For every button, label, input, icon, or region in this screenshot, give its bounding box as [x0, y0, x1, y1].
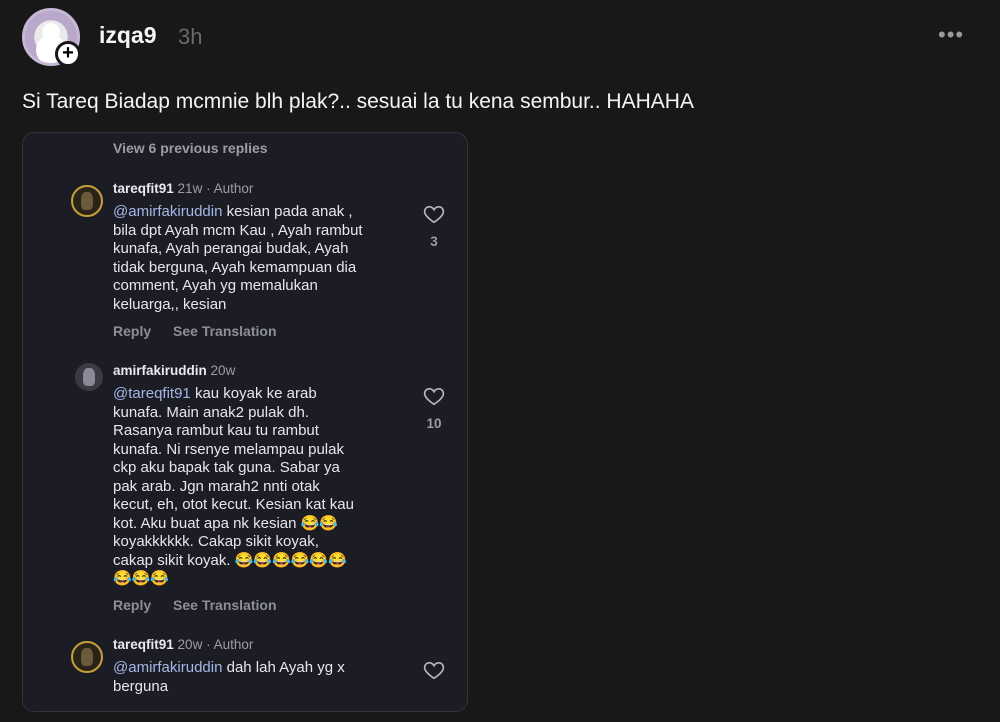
comment-header: tareqfit91 21w · Author [113, 181, 253, 196]
comment-username: amirfakiruddin [113, 363, 207, 378]
comment-line: 😂😂😂 [113, 570, 170, 587]
comment-line: keluarga,, kesian [113, 295, 227, 313]
comment-meta: 21w · Author [177, 181, 254, 196]
comment-username: tareqfit91 [113, 181, 174, 196]
comment-line: Rasanya rambut kau tu rambut [113, 422, 319, 439]
heart-icon [423, 388, 445, 406]
follow-plus-icon[interactable]: + [55, 41, 81, 67]
like-count: 10 [426, 416, 442, 431]
comment-line: dah lah Ayah yg x [226, 659, 345, 676]
card-bottom-fade [23, 693, 467, 711]
attached-screenshot[interactable]: View 6 previous replies tareqfit91 21w ·… [22, 132, 468, 712]
comment-actions: Reply See Translation [113, 323, 295, 339]
comment-line: kesian pada anak , [226, 203, 353, 220]
commenter-avatar [71, 641, 103, 673]
reply-button: Reply [113, 597, 152, 613]
commenter-avatar [75, 363, 103, 391]
comment-meta: 20w · Author [177, 637, 254, 652]
comment-line: comment, Ayah yg memalukan [113, 277, 318, 294]
comment-line: kecut, eh, otot kecut. Kesian kat kau [113, 496, 354, 513]
see-translation-button: See Translation [173, 323, 277, 339]
post-username[interactable]: izqa9 [99, 22, 157, 49]
comment-meta: 20w [210, 363, 236, 378]
comment-mention: @tareqfit91 [113, 385, 191, 402]
comment-username: tareqfit91 [113, 637, 174, 652]
comment-line: tidak berguna, Ayah kemampuan dia [113, 258, 357, 276]
comment-text: @tareqfit91 kau koyak ke arab kunafa. Ma… [113, 385, 413, 589]
reply-button: Reply [113, 323, 152, 339]
heart-icon [423, 206, 445, 224]
comment-line: kunafa. Main anak2 pulak dh. [113, 403, 309, 421]
comment-line: kunafa, Ayah perangai budak, Ayah [113, 240, 349, 257]
more-horizontal-icon[interactable]: ••• [938, 22, 964, 48]
comment-mention: @amirfakiruddin [113, 203, 223, 220]
like-count: 3 [430, 234, 438, 249]
comment-text: @amirfakiruddin dah lah Ayah yg x bergun… [113, 659, 403, 696]
comment-header: amirfakiruddin 20w [113, 363, 235, 378]
comment-line: kunafa. Ni rsenye melampau pulak [113, 440, 344, 458]
commenter-avatar [71, 185, 103, 217]
comment-line: kau koyak ke arab [194, 385, 317, 402]
comment-line: pak arab. Jgn marah2 nnti otak [113, 477, 320, 495]
comment-header: tareqfit91 20w · Author [113, 637, 253, 652]
comment-mention: @amirfakiruddin [113, 659, 223, 676]
post-timestamp: 3h [178, 24, 203, 49]
comment-actions: Reply See Translation [113, 597, 295, 613]
heart-icon [423, 662, 445, 680]
comment-text: @amirfakiruddin kesian pada anak , bila … [113, 203, 423, 314]
see-translation-button: See Translation [173, 597, 277, 613]
comment-line: bila dpt Ayah mcm Kau , Ayah rambut [113, 221, 363, 239]
comment-line: berguna [113, 677, 169, 695]
comment-line: koyakkkkkk. Cakap sikit koyak, [113, 533, 319, 550]
post-caption: Si Tareq Biadap mcmnie blh plak?.. sesua… [22, 90, 694, 113]
comment-line: ckp aku bapak tak guna. Sabar ya [113, 459, 340, 476]
view-previous-replies: View 6 previous replies [113, 140, 268, 156]
avatar[interactable]: + [22, 8, 81, 67]
comment-line: cakap sikit koyak. 😂😂😂😂😂😂 [113, 551, 347, 569]
comment-line: kot. Aku buat apa nk kesian 😂😂 [113, 514, 338, 532]
